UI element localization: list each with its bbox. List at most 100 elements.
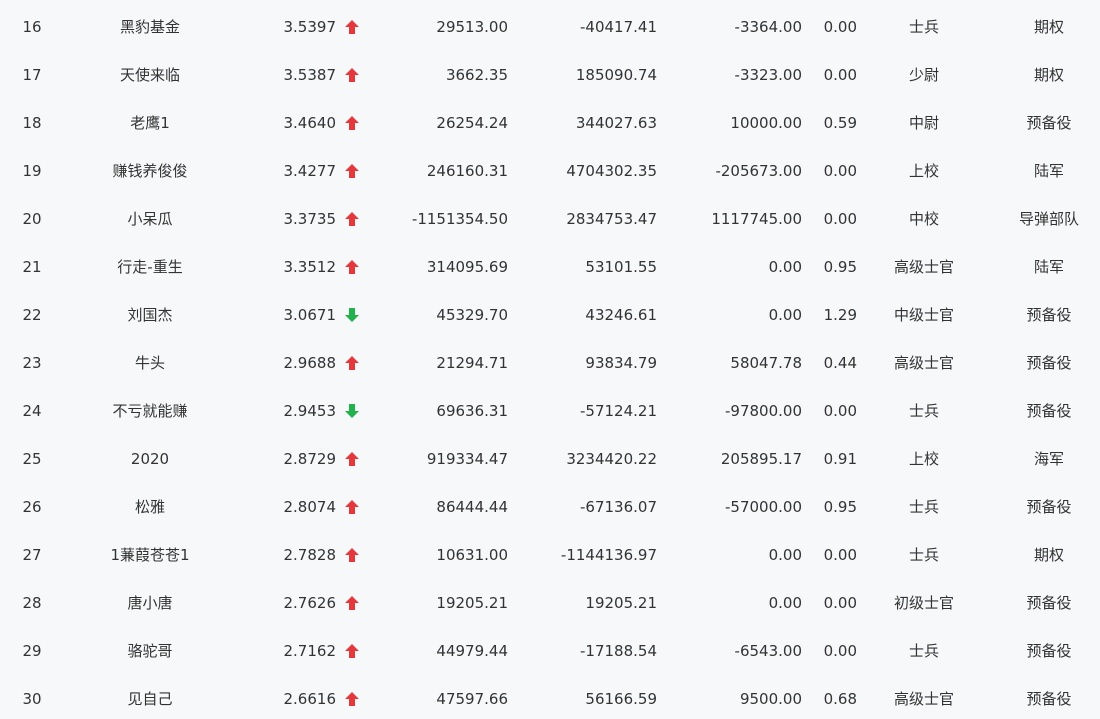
score-cell: 3.0671 xyxy=(283,306,337,324)
value-a-cell: 86444.44 xyxy=(436,498,508,516)
name-cell[interactable]: 赚钱养俊俊 xyxy=(60,147,240,195)
table-row[interactable]: 16 黑豹基金 3.5397 29513.00 -40417.41 -3364.00 0.0… xyxy=(0,3,1100,51)
value-b-cell: 185090.74 xyxy=(575,66,657,84)
table-row[interactable]: 24 不亏就能赚 2.9453 69636.31 -57124.21 -97800.00 0… xyxy=(0,387,1100,435)
value-c-cell: 58047.78 xyxy=(730,354,802,372)
rank-title-cell: 士兵 xyxy=(908,402,939,420)
name-cell[interactable]: 黑豹基金 xyxy=(60,3,240,51)
rank-cell: 29 xyxy=(22,642,42,660)
rank-title-cell: 中校 xyxy=(908,210,939,228)
name-cell[interactable]: 松雅 xyxy=(60,483,240,531)
rank-cell: 18 xyxy=(22,114,42,132)
name-cell[interactable]: 见自己 xyxy=(60,675,240,719)
rank-cell: 28 xyxy=(22,594,42,612)
arrow-up-icon xyxy=(343,3,363,51)
group-cell: 预备役 xyxy=(1026,402,1072,420)
rank-title-cell: 上校 xyxy=(908,450,939,468)
name-cell[interactable]: 天使来临 xyxy=(60,51,240,99)
value-c-cell: -3323.00 xyxy=(734,66,802,84)
value-a-cell: 44979.44 xyxy=(436,642,508,660)
score-cell: 3.5397 xyxy=(283,18,337,36)
value-a-cell: 45329.70 xyxy=(436,306,508,324)
table-row[interactable]: 21 行走-重生 3.3512 314095.69 53101.55 0.00 0.95 高级… xyxy=(0,243,1100,291)
value-b-cell: 93834.79 xyxy=(585,354,657,372)
table-row[interactable]: 19 赚钱养俊俊 3.4277 246160.31 4704302.35 -205673.… xyxy=(0,147,1100,195)
table-row[interactable]: 27 1蒹葭苍苍1 2.7828 10631.00 -1144136.97 0.00 0.0… xyxy=(0,531,1100,579)
arrow-up-icon xyxy=(343,243,363,291)
value-b-cell: 19205.21 xyxy=(585,594,657,612)
value-d-cell: 0.95 xyxy=(823,258,857,276)
rank-title-cell: 高级士官 xyxy=(893,354,954,372)
table-row[interactable]: 30 见自己 2.6616 47597.66 56166.59 9500.00 0.68 高级… xyxy=(0,675,1100,719)
name-cell[interactable]: 2020 xyxy=(60,435,240,483)
score-cell: 3.4277 xyxy=(283,162,337,180)
value-a-cell: 10631.00 xyxy=(436,546,508,564)
arrow-up-icon xyxy=(343,195,363,243)
arrow-up-icon xyxy=(343,483,363,531)
name-cell[interactable]: 1蒹葭苍苍1 xyxy=(60,531,240,579)
group-cell: 预备役 xyxy=(1026,114,1072,132)
table-row[interactable]: 28 唐小唐 2.7626 19205.21 19205.21 0.00 0.00 初级士官 预… xyxy=(0,579,1100,627)
name-cell[interactable]: 老鹰1 xyxy=(60,99,240,147)
score-cell: 2.9688 xyxy=(283,354,337,372)
score-cell: 2.8074 xyxy=(283,498,337,516)
arrow-up-icon xyxy=(343,51,363,99)
value-a-cell: 246160.31 xyxy=(426,162,508,180)
value-b-cell: -57124.21 xyxy=(580,402,657,420)
name-cell[interactable]: 刘国杰 xyxy=(60,291,240,339)
value-c-cell: 0.00 xyxy=(768,306,802,324)
score-cell: 3.3512 xyxy=(283,258,337,276)
value-c-cell: 1117745.00 xyxy=(711,210,802,228)
arrow-up-icon xyxy=(343,675,363,719)
value-d-cell: 0.91 xyxy=(823,450,857,468)
value-d-cell: 0.00 xyxy=(823,66,857,84)
value-d-cell: 0.00 xyxy=(823,402,857,420)
rank-cell: 21 xyxy=(22,258,42,276)
value-c-cell: 0.00 xyxy=(768,258,802,276)
value-a-cell: 69636.31 xyxy=(436,402,508,420)
name-cell[interactable]: 不亏就能赚 xyxy=(60,387,240,435)
value-a-cell: 919334.47 xyxy=(426,450,508,468)
arrow-up-icon xyxy=(343,147,363,195)
score-cell: 2.6616 xyxy=(283,690,337,708)
name-cell[interactable]: 牛头 xyxy=(60,339,240,387)
name-cell[interactable]: 小呆瓜 xyxy=(60,195,240,243)
table-row[interactable]: 17 天使来临 3.5387 3662.35 185090.74 -3323.00 0.00… xyxy=(0,51,1100,99)
table-row[interactable]: 22 刘国杰 3.0671 45329.70 43246.61 0.00 1.29 中级士官 预… xyxy=(0,291,1100,339)
rank-cell: 20 xyxy=(22,210,42,228)
table-row[interactable]: 26 松雅 2.8074 86444.44 -67136.07 -57000.00 0.95… xyxy=(0,483,1100,531)
value-d-cell: 0.00 xyxy=(823,546,857,564)
score-cell: 2.7626 xyxy=(283,594,337,612)
rank-cell: 23 xyxy=(22,354,42,372)
value-c-cell: 10000.00 xyxy=(730,114,802,132)
rank-title-cell: 士兵 xyxy=(908,18,939,36)
table-row[interactable]: 29 骆驼哥 2.7162 44979.44 -17188.54 -6543.00 0.00… xyxy=(0,627,1100,675)
ranking-table: 16 黑豹基金 3.5397 29513.00 -40417.41 -3364.00 0.0… xyxy=(0,0,1100,719)
value-b-cell: 4704302.35 xyxy=(566,162,657,180)
table-row[interactable]: 23 牛头 2.9688 21294.71 93834.79 58047.78 0.44 高级… xyxy=(0,339,1100,387)
value-a-cell: 29513.00 xyxy=(436,18,508,36)
table-row[interactable]: 25 2020 2.8729 919334.47 3234420.22 205895.17… xyxy=(0,435,1100,483)
value-c-cell: 0.00 xyxy=(768,594,802,612)
value-b-cell: -1144136.97 xyxy=(560,546,657,564)
rank-cell: 17 xyxy=(22,66,42,84)
arrow-up-icon xyxy=(343,435,363,483)
rank-title-cell: 少尉 xyxy=(908,66,939,84)
group-cell: 陆军 xyxy=(1033,258,1064,276)
value-c-cell: 205895.17 xyxy=(720,450,802,468)
value-b-cell: -40417.41 xyxy=(580,18,657,36)
name-cell[interactable]: 行走-重生 xyxy=(60,243,240,291)
rank-title-cell: 高级士官 xyxy=(893,258,954,276)
score-cell: 3.3735 xyxy=(283,210,337,228)
value-d-cell: 0.68 xyxy=(823,690,857,708)
name-cell[interactable]: 骆驼哥 xyxy=(60,627,240,675)
value-a-cell: 26254.24 xyxy=(436,114,508,132)
value-a-cell: 19205.21 xyxy=(436,594,508,612)
group-cell: 期权 xyxy=(1033,18,1064,36)
table-row[interactable]: 18 老鹰1 3.4640 26254.24 344027.63 10000.00 0.59… xyxy=(0,99,1100,147)
table-row[interactable]: 20 小呆瓜 3.3735 -1151354.50 2834753.47 1117745.… xyxy=(0,195,1100,243)
rank-title-cell: 士兵 xyxy=(908,546,939,564)
value-d-cell: 0.95 xyxy=(823,498,857,516)
name-cell[interactable]: 唐小唐 xyxy=(60,579,240,627)
value-d-cell: 0.00 xyxy=(823,18,857,36)
